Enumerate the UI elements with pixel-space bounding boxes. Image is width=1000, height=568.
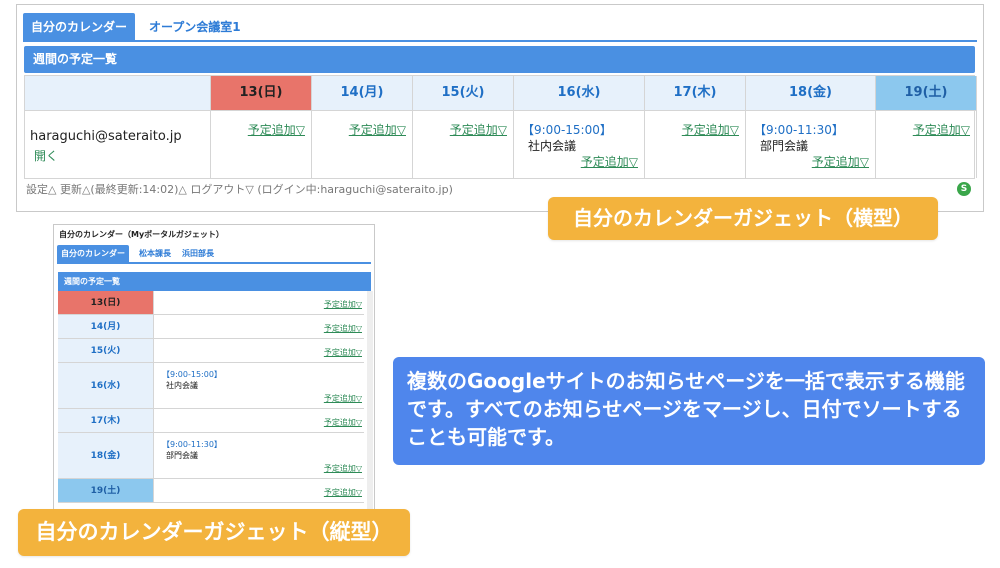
tab-hamada[interactable]: 浜田部長 xyxy=(178,245,218,263)
day-label: 17(木) xyxy=(58,409,154,432)
tab-open-meeting-room[interactable]: オープン会議室1 xyxy=(141,13,249,41)
gadget-title: 自分のカレンダー（Myポータルガジェット） xyxy=(59,230,224,239)
weekly-schedule-header: 週間の予定一覧 xyxy=(24,46,975,73)
day-header: 18(金) xyxy=(746,76,876,110)
add-event-link[interactable]: 予定追加▽ xyxy=(324,417,362,428)
add-event-link[interactable]: 予定追加▽ xyxy=(324,323,362,334)
day-header: 14(月) xyxy=(312,76,413,110)
weekly-schedule-header: 週間の予定一覧 xyxy=(58,272,371,291)
day-label: 16(水) xyxy=(58,363,154,408)
add-event-link[interactable]: 予定追加▽ xyxy=(913,121,970,138)
event-time[interactable]: 【9:00-11:30】 xyxy=(162,439,222,450)
horizontal-calendar-gadget: 自分のカレンダー オープン会議室1 週間の予定一覧 haraguchi@sate… xyxy=(16,4,984,212)
event-time[interactable]: 【9:00-15:00】 xyxy=(522,121,612,138)
day-label: 13(日) xyxy=(58,291,154,314)
add-event-link[interactable]: 予定追加▽ xyxy=(349,121,406,138)
day-cell: 予定追加▽ xyxy=(645,110,746,178)
day-cell: 【9:00-11:30】 部門会議 予定追加▽ xyxy=(746,110,876,178)
day-row: 19(土) 予定追加▽ xyxy=(58,479,364,503)
day-cell: 予定追加▽ xyxy=(876,110,977,178)
day-header: 17(木) xyxy=(645,76,746,110)
weekly-grid: haraguchi@sateraito.jp 開く 13(日) 予定追加▽ 14(月… xyxy=(24,75,977,179)
tab-my-calendar[interactable]: 自分のカレンダー xyxy=(57,245,129,263)
grid-corner xyxy=(25,76,211,110)
add-event-link[interactable]: 予定追加▽ xyxy=(324,487,362,498)
tab-my-calendar[interactable]: 自分のカレンダー xyxy=(23,13,136,41)
day-row: 13(日) 予定追加▽ xyxy=(58,291,364,315)
add-event-link[interactable]: 予定追加▽ xyxy=(450,121,507,138)
label-vertical: 自分のカレンダーガジェット（縦型） xyxy=(18,509,410,556)
day-cell: 予定追加▽ xyxy=(413,110,514,178)
add-event-link[interactable]: 予定追加▽ xyxy=(324,393,362,404)
add-event-link[interactable]: 予定追加▽ xyxy=(324,299,362,310)
event-title[interactable]: 社内会議 xyxy=(528,137,576,154)
day-row: 17(木) 予定追加▽ xyxy=(58,409,364,433)
user-email: haraguchi@sateraito.jp xyxy=(30,129,182,144)
add-event-link[interactable]: 予定追加▽ xyxy=(324,347,362,358)
day-header: 15(火) xyxy=(413,76,514,110)
day-label: 18(金) xyxy=(58,433,154,478)
day-row: 16(水) 【9:00-15:00】 社内会議予定追加▽ xyxy=(58,363,364,409)
day-row: 14(月) 予定追加▽ xyxy=(58,315,364,339)
sateraito-badge-icon: S xyxy=(957,182,971,196)
open-link[interactable]: 開く xyxy=(34,147,58,164)
day-cell: 【9:00-15:00】 社内会議 予定追加▽ xyxy=(514,110,645,178)
day-label: 19(土) xyxy=(58,479,154,502)
add-event-link[interactable]: 予定追加▽ xyxy=(812,153,869,170)
day-label: 14(月) xyxy=(58,315,154,338)
add-event-link[interactable]: 予定追加▽ xyxy=(248,121,305,138)
event-title[interactable]: 社内会議 xyxy=(166,380,198,391)
label-horizontal: 自分のカレンダーガジェット（横型） xyxy=(548,197,938,240)
event-title[interactable]: 部門会議 xyxy=(760,137,808,154)
day-header: 16(水) xyxy=(514,76,645,110)
scrollbar[interactable] xyxy=(367,291,373,513)
day-cell: 予定追加▽ xyxy=(312,110,413,178)
event-time[interactable]: 【9:00-15:00】 xyxy=(162,369,222,380)
day-cell: 予定追加▽ xyxy=(211,110,312,178)
feature-callout: 複数のGoogleサイトのお知らせページを一括で表示する機能です。すべてのお知ら… xyxy=(393,357,985,465)
day-row: 18(金) 【9:00-11:30】 部門会議予定追加▽ xyxy=(58,433,364,479)
day-row: 15(火) 予定追加▽ xyxy=(58,339,364,363)
day-header: 19(土) xyxy=(876,76,977,110)
event-time[interactable]: 【9:00-11:30】 xyxy=(754,121,844,138)
add-event-link[interactable]: 予定追加▽ xyxy=(581,153,638,170)
horizontal-tab-bar: 自分のカレンダー オープン会議室1 xyxy=(23,13,977,42)
add-event-link[interactable]: 予定追加▽ xyxy=(324,463,362,474)
vertical-calendar-gadget: 自分のカレンダー（Myポータルガジェット） 自分のカレンダー 松本課長 浜田部長… xyxy=(53,224,375,514)
tab-matsumoto[interactable]: 松本課長 xyxy=(135,245,175,263)
user-cell: haraguchi@sateraito.jp 開く xyxy=(25,110,211,178)
day-label: 15(火) xyxy=(58,339,154,362)
day-header: 13(日) xyxy=(211,76,312,110)
add-event-link[interactable]: 予定追加▽ xyxy=(682,121,739,138)
event-title[interactable]: 部門会議 xyxy=(166,450,198,461)
vertical-tab-bar: 自分のカレンダー 松本課長 浜田部長 xyxy=(57,245,371,264)
footer-links[interactable]: 設定△ 更新△(最終更新:14:02)△ ログアウト▽ (ログイン中:harag… xyxy=(26,181,453,197)
